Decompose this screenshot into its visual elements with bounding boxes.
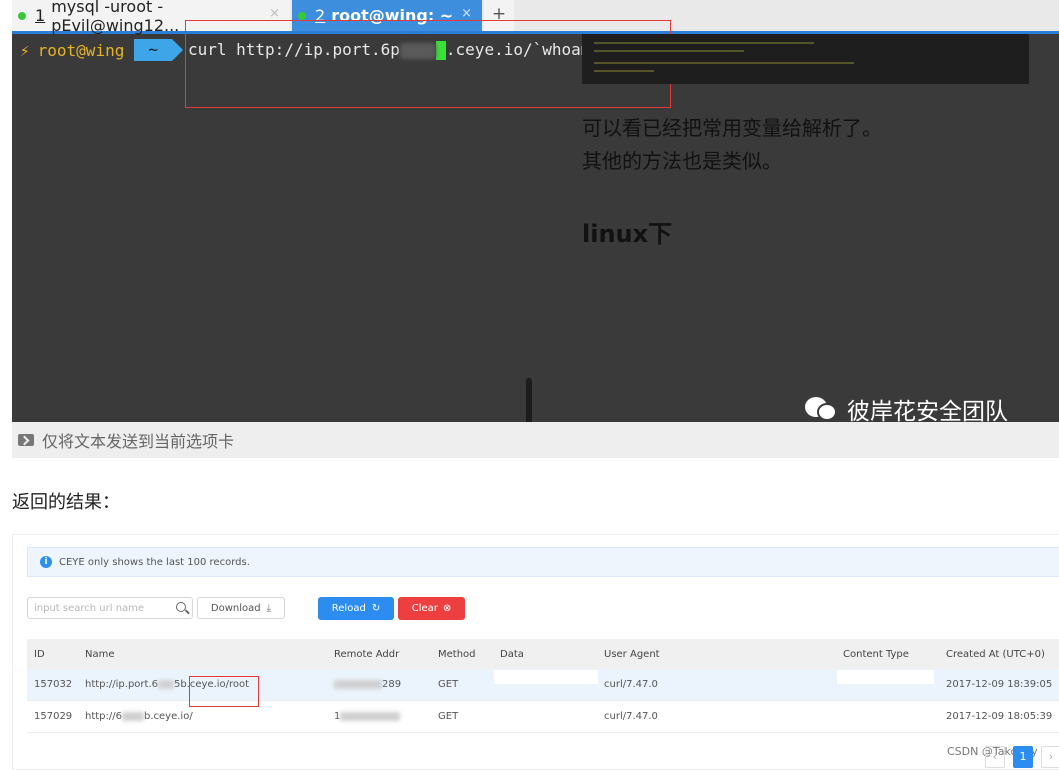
col-created-at[interactable]: Created At (UTC+0) bbox=[946, 639, 1045, 669]
row-remote-addr: 1 bbox=[334, 701, 401, 732]
watermark-text: 彼岸花安全团队 bbox=[847, 399, 1008, 425]
clear-icon: ⊗ bbox=[442, 603, 452, 614]
close-icon[interactable]: × bbox=[461, 6, 472, 21]
records-table: ID Name Remote Addr Method Data User Age… bbox=[27, 639, 1059, 733]
article-line: 其他的方法也是类似。 bbox=[582, 149, 782, 173]
redacted-mask bbox=[837, 670, 934, 684]
col-method[interactable]: Method bbox=[438, 639, 476, 669]
col-name[interactable]: Name bbox=[85, 639, 115, 669]
row-method: GET bbox=[438, 711, 459, 722]
send-text-bar[interactable]: 仅将文本发送到当前选项卡 bbox=[12, 422, 1059, 458]
clear-label: Clear bbox=[411, 603, 438, 614]
row-name: http://6 b.ceye.io/ bbox=[85, 701, 193, 732]
col-remote-addr[interactable]: Remote Addr bbox=[334, 639, 399, 669]
watermark: 彼岸花安全团队 bbox=[805, 392, 1008, 426]
redacted-block bbox=[122, 712, 144, 721]
close-icon[interactable]: × bbox=[269, 6, 280, 21]
bolt-icon: ⚡ bbox=[20, 40, 30, 60]
prompt-dir: ~ bbox=[134, 39, 183, 61]
status-dot-icon bbox=[18, 11, 26, 20]
search-placeholder: input search url name bbox=[34, 602, 145, 614]
row-method: GET bbox=[438, 679, 459, 690]
prompt-user: root@wing bbox=[37, 40, 125, 60]
name-suffix: b.ceye.io/ bbox=[144, 711, 193, 722]
table-row[interactable]: 157032 http://ip.port.6 5b.ceye.io/root 2… bbox=[27, 669, 1059, 701]
wechat-icon bbox=[805, 395, 839, 423]
search-icon[interactable] bbox=[176, 602, 186, 612]
info-text: CEYE only shows the last 100 records. bbox=[59, 556, 250, 568]
download-button[interactable]: Download ⤓ bbox=[197, 597, 285, 619]
row-user-agent: curl/7.47.0 bbox=[604, 679, 658, 690]
row-user-agent: curl/7.47.0 bbox=[604, 711, 658, 722]
redacted-block bbox=[157, 680, 174, 689]
table-row[interactable]: 157029 http://6 b.ceye.io/ 1 GET curl/7.4… bbox=[27, 701, 1059, 733]
reload-icon: ↻ bbox=[371, 603, 381, 614]
send-bar-label: 仅将文本发送到当前选项卡 bbox=[42, 432, 235, 451]
info-alert: i CEYE only shows the last 100 records. bbox=[27, 547, 1059, 577]
terminal-icon bbox=[18, 434, 34, 446]
col-content-type[interactable]: Content Type bbox=[843, 639, 909, 669]
ceye-panel: i CEYE only shows the last 100 records. … bbox=[12, 534, 1059, 770]
page-prev-button[interactable]: ‹ bbox=[985, 746, 1005, 768]
page-next-button[interactable]: › bbox=[1041, 746, 1059, 768]
name-prefix: http://6 bbox=[85, 711, 122, 722]
download-icon: ⤓ bbox=[266, 602, 272, 614]
row-created-at: 2017-12-09 18:39:05 bbox=[946, 679, 1053, 690]
name-prefix: http://ip.port.6 bbox=[85, 679, 158, 690]
download-label: Download bbox=[210, 602, 261, 614]
result-heading: 返回的结果： bbox=[12, 492, 120, 513]
redacted-mask bbox=[494, 670, 598, 684]
col-data[interactable]: Data bbox=[500, 639, 524, 669]
reload-label: Reload bbox=[331, 603, 366, 614]
col-id[interactable]: ID bbox=[34, 639, 45, 669]
col-user-agent[interactable]: User Agent bbox=[604, 639, 660, 669]
highlight-box bbox=[189, 676, 259, 707]
clear-button[interactable]: Clear ⊗ bbox=[398, 597, 465, 620]
info-icon: i bbox=[40, 556, 52, 568]
reload-button[interactable]: Reload ↻ bbox=[318, 597, 394, 620]
article-line: 可以看已经把常用变量给解析了。 bbox=[582, 116, 882, 140]
article-dark-image bbox=[582, 34, 1029, 84]
status-dot-icon bbox=[298, 11, 306, 20]
terminal-screenshot: 1 mysql -uroot -pEvil@wing12... × 2 root… bbox=[12, 0, 1059, 458]
redacted-block bbox=[340, 712, 401, 721]
redacted-block bbox=[334, 680, 382, 689]
page-current-button[interactable]: 1 bbox=[1013, 746, 1033, 768]
tab-number: 1 bbox=[35, 6, 46, 25]
table-header: ID Name Remote Addr Method Data User Age… bbox=[27, 639, 1059, 669]
row-created-at: 2017-12-09 18:05:39 bbox=[946, 711, 1053, 722]
article-heading: linux下 bbox=[582, 220, 673, 248]
search-input[interactable]: input search url name bbox=[27, 597, 193, 619]
row-id: 157029 bbox=[34, 711, 73, 722]
row-remote-addr: 289 bbox=[334, 669, 401, 700]
row-id: 157032 bbox=[34, 679, 73, 690]
addr-suffix: 289 bbox=[382, 679, 402, 690]
